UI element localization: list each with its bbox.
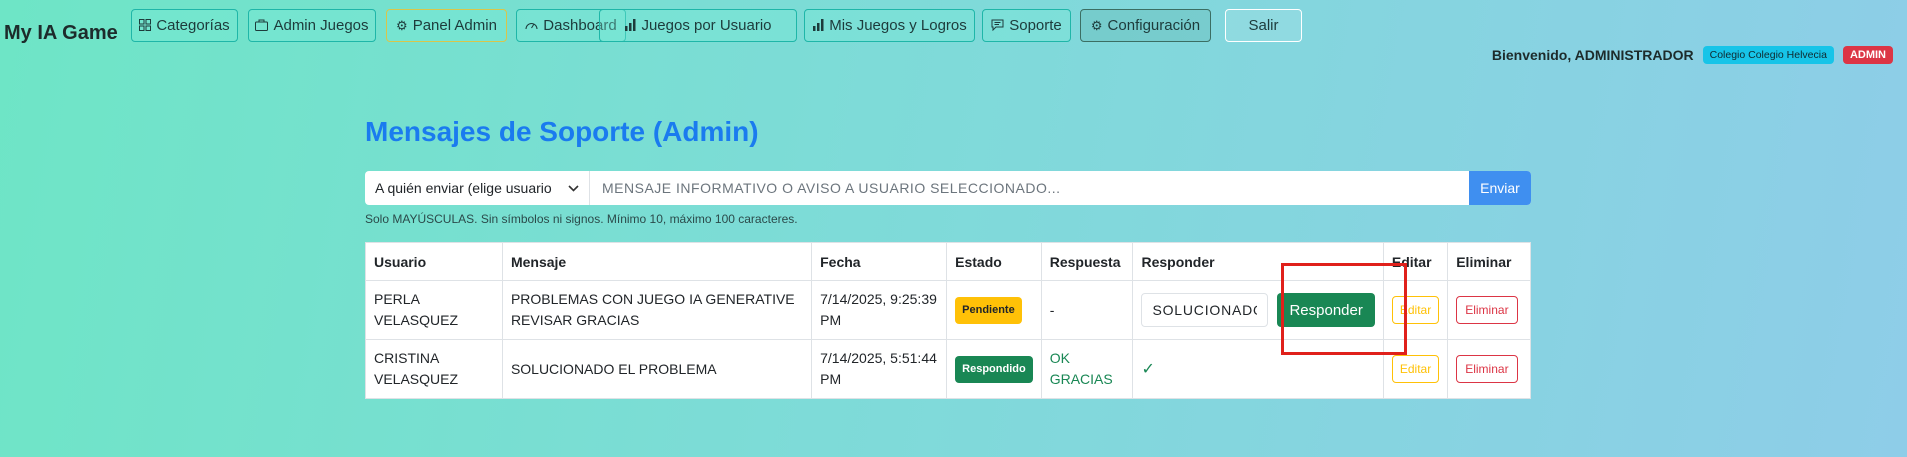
col-header-editar: Editar [1382,242,1449,281]
logout-label: Salir [1248,17,1279,34]
chevron-down-icon [568,181,579,195]
nav-soporte-button[interactable]: Soporte [982,9,1071,42]
nav-admin-juegos-button[interactable]: Admin Juegos [248,9,376,42]
gear-icon: ⚙ [1090,18,1103,33]
logout-button[interactable]: Salir [1225,9,1302,42]
briefcase-icon [255,19,269,33]
cell-respuesta: OK GRACIAS [1040,339,1134,399]
speedometer-icon [525,19,538,32]
role-badge: ADMIN [1842,46,1893,64]
brand-title[interactable]: My IA Game [4,22,118,45]
grid-icon [139,18,152,33]
cell-estado: Respondido [946,339,1042,399]
nav-configuracion-label: Configuración [1107,17,1201,34]
cell-respuesta: - [1040,280,1134,340]
table-header-row: Usuario Mensaje Fecha Estado Respuesta R… [365,242,1531,281]
nav-admin-juegos-label: Admin Juegos [273,17,369,34]
status-badge-pending: Pendiente [955,296,1022,324]
cell-mensaje: PROBLEMAS CON JUEGO IA GENERATIVE REVISA… [501,280,813,340]
page-title: Mensajes de Soporte (Admin) [365,116,759,147]
nav-juegos-usuario-label: Juegos por Usuario [641,17,772,34]
cell-responder: Responder [1132,280,1384,340]
edit-button[interactable]: Editar [1391,296,1440,324]
nav-categorias-button[interactable]: Categorías [131,9,238,42]
check-icon: ✓ [1141,360,1155,378]
col-header-mensaje: Mensaje [501,242,813,281]
col-header-responder: Responder [1132,242,1384,281]
cell-usuario: CRISTINA VELASQUEZ [365,339,503,399]
chat-icon [991,19,1004,33]
status-badge-answered: Respondido [955,355,1033,383]
cell-usuario: PERLA VELASQUEZ [365,280,503,340]
cell-fecha: 7/14/2025, 5:51:44 PM [811,339,948,399]
cell-eliminar: Eliminar [1447,280,1531,340]
col-header-eliminar: Eliminar [1447,242,1531,281]
nav-mis-juegos-label: Mis Juegos y Logros [829,17,967,34]
support-messages-table: Usuario Mensaje Fecha Estado Respuesta R… [365,242,1531,399]
reply-input[interactable] [1141,293,1269,327]
table-row: CRISTINA VELASQUEZ SOLUCIONADO EL PROBLE… [365,339,1531,399]
delete-button[interactable]: Eliminar [1456,296,1518,324]
nav-panel-admin-label: Panel Admin [412,17,497,34]
cell-editar: Editar [1382,280,1449,340]
reply-button[interactable]: Responder [1277,293,1375,327]
user-info: Bienvenido, ADMINISTRADOR Colegio Colegi… [1492,46,1893,64]
nav-mis-juegos-button[interactable]: Mis Juegos y Logros [804,9,975,42]
message-input[interactable] [590,171,1469,205]
school-badge: Colegio Colegio Helvecia [1702,46,1834,64]
cell-estado: Pendiente [946,280,1042,340]
compose-bar: A quién enviar (elige usuario Enviar [365,171,1531,205]
recipient-select[interactable]: A quién enviar (elige usuario [365,171,590,205]
input-hint: Solo MAYÚSCULAS. Sin símbolos ni signos.… [365,212,798,226]
nav-soporte-label: Soporte [1009,17,1062,34]
col-header-usuario: Usuario [365,242,503,281]
nav-panel-admin-button[interactable]: ⚙ Panel Admin [386,9,507,42]
col-header-estado: Estado [946,242,1042,281]
cell-mensaje: SOLUCIONADO EL PROBLEMA [501,339,813,399]
delete-button[interactable]: Eliminar [1456,355,1518,383]
bar-chart-icon [624,18,636,33]
welcome-text: Bienvenido, ADMINISTRADOR [1491,47,1694,63]
nav-juegos-usuario-button[interactable]: Juegos por Usuario [599,9,797,42]
col-header-respuesta: Respuesta [1040,242,1134,281]
nav-configuracion-button[interactable]: ⚙ Configuración [1080,9,1211,42]
send-button[interactable]: Enviar [1469,171,1531,205]
edit-button[interactable]: Editar [1391,355,1440,383]
gear-icon: ⚙ [396,18,408,33]
cell-responder: ✓ [1132,339,1384,399]
col-header-fecha: Fecha [811,242,948,281]
cell-editar: Editar [1382,339,1449,399]
nav-categorias-label: Categorías [156,17,230,34]
table-row: PERLA VELASQUEZ PROBLEMAS CON JUEGO IA G… [365,280,1531,340]
recipient-select-value: A quién enviar (elige usuario [375,180,552,196]
bar-chart-icon [812,18,824,33]
cell-eliminar: Eliminar [1447,339,1531,399]
cell-fecha: 7/14/2025, 9:25:39 PM [811,280,948,340]
